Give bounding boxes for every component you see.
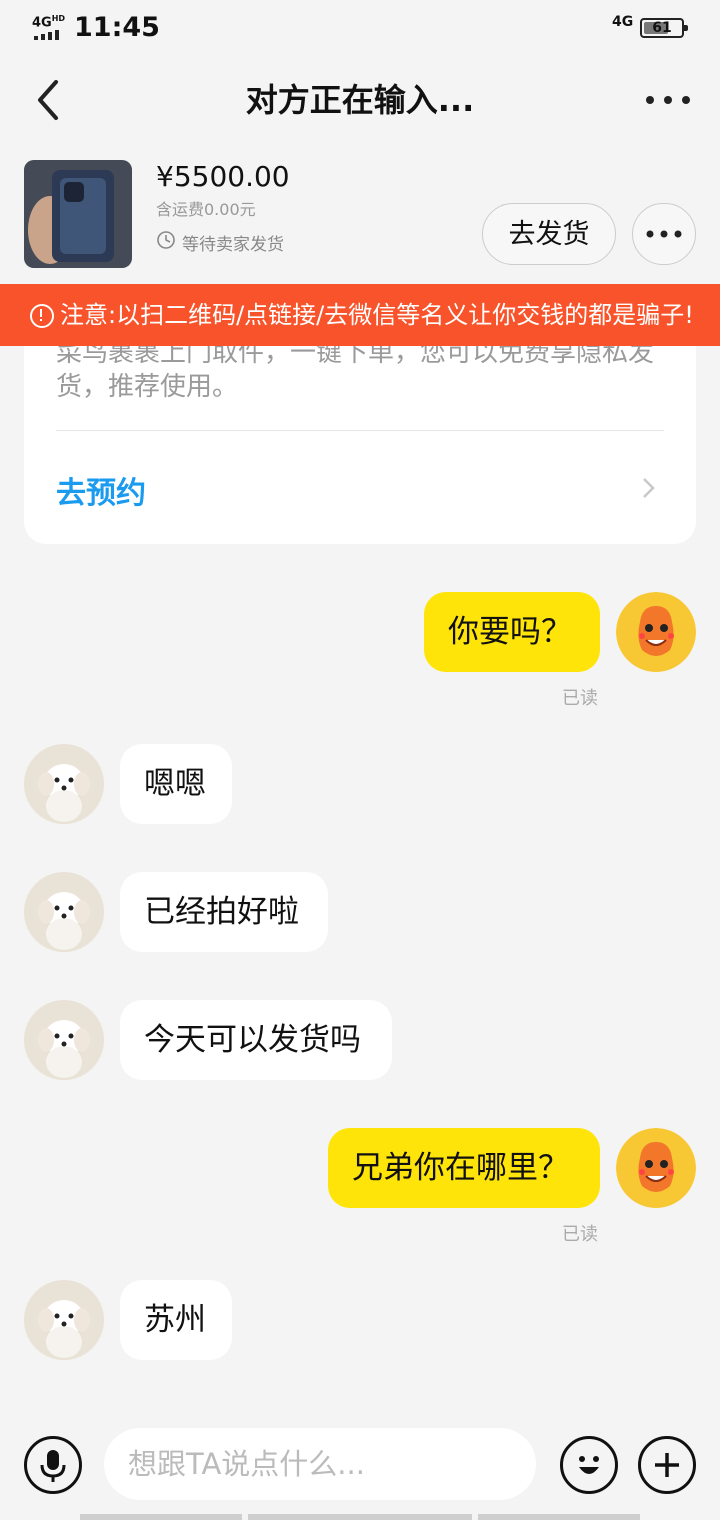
shipping-fee: 含运费0.00元: [156, 200, 256, 219]
network-indicator: 4G: [612, 14, 634, 30]
chat-bubble-incoming[interactable]: 嗯嗯: [120, 744, 232, 824]
signal-bars-icon: [34, 30, 64, 40]
scam-warning-banner: 注意:以扫二维码/点链接/去微信等名义让你交钱的都是骗子!: [0, 284, 720, 346]
chat-bubble-outgoing[interactable]: 兄弟你在哪里？: [328, 1128, 600, 1208]
read-receipt: 已读: [562, 1224, 598, 1245]
microphone-icon[interactable]: [24, 1436, 82, 1494]
avatar-other[interactable]: [24, 1280, 104, 1360]
avatar-other[interactable]: [24, 1000, 104, 1080]
avatar-other[interactable]: [24, 744, 104, 824]
avatar-me[interactable]: [616, 1128, 696, 1208]
nav-bar-segment: [80, 1514, 242, 1520]
chat-bubble-outgoing[interactable]: 你要吗？: [424, 592, 600, 672]
nav-bar-segment: [248, 1514, 472, 1520]
status-bar: 4GHD 11:45 4G 61: [0, 0, 720, 56]
back-arrow-icon[interactable]: [30, 78, 70, 122]
avatar-other[interactable]: [24, 872, 104, 952]
more-dots-icon[interactable]: [640, 80, 696, 120]
pickup-card: 菜鸟裹裹上门取件，一键下单，您可以免费享隐私发货，推荐使用。 去预约: [24, 330, 696, 544]
more-options-button[interactable]: [632, 203, 696, 265]
clock-icon: [156, 230, 176, 255]
ship-button[interactable]: 去发货: [482, 203, 616, 265]
clock-time: 11:45: [74, 12, 160, 43]
chevron-right-icon[interactable]: [638, 476, 658, 500]
read-receipt: 已读: [562, 688, 598, 709]
chat-bubble-incoming[interactable]: 今天可以发货吗: [120, 1000, 392, 1080]
signal-label: 4GHD: [32, 14, 66, 31]
chat-bubble-incoming[interactable]: 苏州: [120, 1280, 232, 1360]
alert-icon: [30, 304, 54, 328]
reserve-link[interactable]: 去预约: [56, 468, 146, 512]
product-price: ¥5500.00: [156, 160, 290, 193]
chat-bubble-incoming[interactable]: 已经拍好啦: [120, 872, 328, 952]
battery-level: 61: [652, 20, 672, 36]
message-input[interactable]: 想跟TA说点什么...: [104, 1428, 536, 1500]
order-status: 等待卖家发货: [156, 230, 284, 255]
nav-bar-segment: [478, 1514, 640, 1520]
pickup-description: 菜鸟裹裹上门取件，一键下单，您可以免费享隐私发货，推荐使用。: [56, 338, 655, 402]
page-title: 对方正在输入...: [245, 81, 475, 119]
divider: [56, 430, 664, 431]
plus-icon[interactable]: [638, 1436, 696, 1494]
warning-text: 注意:以扫二维码/点链接/去微信等名义让你交钱的都是骗子!: [60, 301, 694, 329]
product-thumbnail[interactable]: [24, 160, 132, 268]
avatar-me[interactable]: [616, 592, 696, 672]
battery-icon: 61: [640, 18, 688, 38]
emoji-icon[interactable]: [560, 1436, 618, 1494]
